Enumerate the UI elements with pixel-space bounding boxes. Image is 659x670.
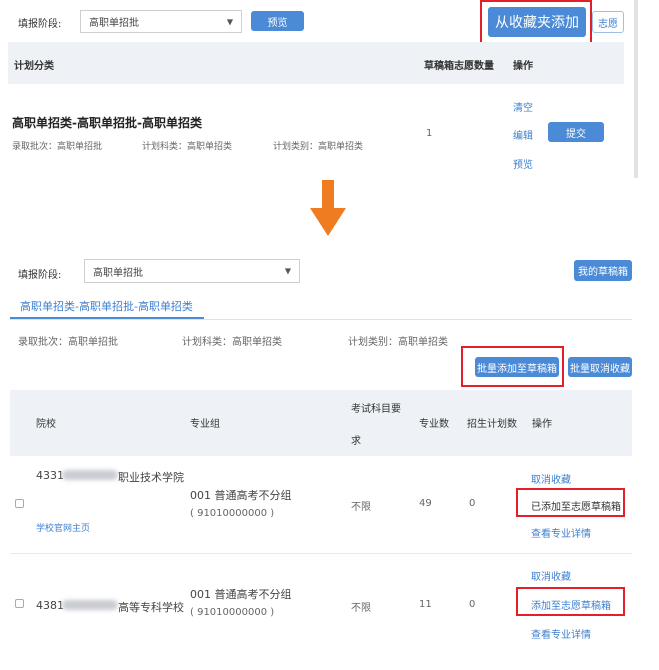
- row-draft-count: 1: [426, 128, 433, 139]
- school-code: 4331: [36, 469, 64, 482]
- chevron-down-icon: ▼: [226, 17, 233, 26]
- view-major-details-link[interactable]: 查看专业详情: [531, 525, 591, 540]
- group-name: 001 普通高考不分组: [190, 489, 292, 502]
- header-exam-req-2: 求: [351, 436, 361, 447]
- header-operations: 操作: [532, 419, 552, 430]
- row-checkbox[interactable]: [15, 599, 24, 608]
- exam-requirement: 不限: [351, 603, 371, 614]
- submit-button[interactable]: 提交: [548, 122, 604, 142]
- school-name: 职业技术学院: [118, 471, 184, 484]
- stage-select[interactable]: 高职单招批 ▼: [80, 10, 242, 33]
- highlight-box-batch-add: [461, 346, 564, 387]
- major-count: 11: [419, 599, 432, 610]
- group-name: 001 普通高考不分组: [190, 588, 292, 601]
- stage-label: 填报阶段:: [18, 19, 62, 30]
- header-plan-category: 计划分类: [14, 61, 54, 72]
- partial-button[interactable]: 志愿: [592, 11, 624, 33]
- bottom-stage-select-value: 高职单招批: [93, 267, 143, 279]
- highlight-box-added-status: [516, 488, 625, 517]
- partial-button-label: 志愿: [598, 18, 618, 30]
- stage-select-value: 高职单招批: [89, 18, 139, 29]
- bottom-stage-select[interactable]: 高职单招批 ▼: [84, 259, 300, 283]
- arrow-down-icon: [310, 180, 346, 236]
- bottom-plan-category: 计划类别：高职单招类: [348, 337, 448, 348]
- row-plan-category: 计划类别：高职单招类: [273, 142, 364, 152]
- school-name: 高等专科学校: [118, 601, 184, 614]
- exam-requirement: 不限: [351, 502, 371, 513]
- plan-count: 0: [469, 599, 476, 610]
- plan-count: 0: [469, 498, 476, 509]
- row-title: 高职单招类-高职单招批-高职单招类: [12, 116, 202, 130]
- cancel-favorite-link[interactable]: 取消收藏: [531, 568, 571, 583]
- header-major-count: 专业数: [419, 419, 449, 430]
- school-code: 4381: [36, 599, 64, 612]
- bottom-plan-type: 计划科类：高职单招类: [182, 337, 282, 348]
- my-draft-box-button[interactable]: 我的草稿箱: [574, 260, 632, 281]
- highlight-box-add-to-draft: [516, 587, 625, 616]
- row-plan-type: 计划科类：高职单招类: [142, 142, 233, 152]
- header-major-group: 专业组: [190, 419, 220, 430]
- preview-button[interactable]: 预览: [251, 11, 304, 31]
- school-name-blurred: [62, 470, 118, 480]
- batch-cancel-favorites-button[interactable]: 批量取消收藏: [568, 357, 632, 377]
- scrollbar-track[interactable]: [634, 0, 638, 178]
- group-code: ( 91010000000 ): [190, 607, 275, 618]
- row-checkbox[interactable]: [15, 499, 24, 508]
- cancel-favorite-link[interactable]: 取消收藏: [531, 471, 571, 486]
- edit-link[interactable]: 编辑: [513, 127, 533, 142]
- school-website-link[interactable]: 学校官网主页: [36, 521, 90, 534]
- clear-link[interactable]: 清空: [513, 99, 533, 114]
- group-code: ( 91010000000 ): [190, 508, 275, 519]
- major-count: 49: [419, 498, 432, 509]
- header-plan-count: 招生计划数: [467, 419, 517, 430]
- view-major-details-link[interactable]: 查看专业详情: [531, 626, 591, 641]
- preview-link[interactable]: 预览: [513, 156, 533, 171]
- bottom-stage-label: 填报阶段:: [18, 270, 62, 281]
- school-name-blurred: [62, 600, 118, 610]
- header-draft-count: 草稿箱志愿数量: [424, 61, 494, 72]
- header-operations: 操作: [513, 61, 533, 72]
- highlight-box-add-from-favorites: [480, 0, 592, 48]
- row-batch: 录取批次：高职单招批: [12, 142, 103, 152]
- top-panel: 填报阶段: 高职单招批 ▼ 预览 从收藏夹添加 志愿 计划分类 草稿箱志愿数量 …: [0, 0, 659, 178]
- header-school: 院校: [36, 419, 56, 430]
- header-exam-req-1: 考试科目要: [351, 404, 401, 415]
- bottom-panel: 填报阶段: 高职单招批 ▼ 我的草稿箱 高职单招类-高职单招批-高职单招类 录取…: [0, 245, 659, 670]
- chevron-down-icon: ▼: [284, 266, 291, 276]
- tab-divider: [10, 319, 632, 320]
- bottom-batch: 录取批次：高职单招批: [18, 337, 118, 348]
- tab-plan[interactable]: 高职单招类-高职单招批-高职单招类: [20, 298, 193, 314]
